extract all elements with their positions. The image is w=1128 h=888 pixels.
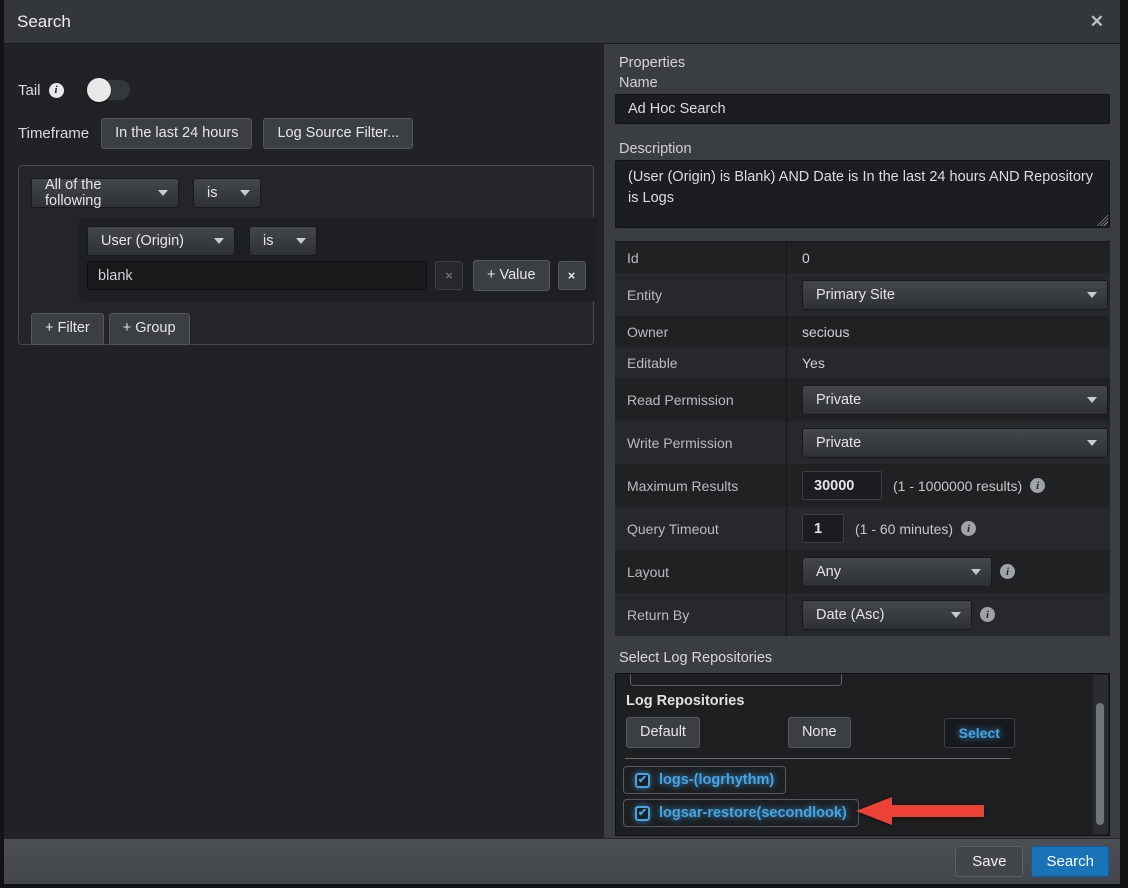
tail-row: Tail i bbox=[18, 80, 604, 100]
group-operator-select[interactable]: All of the following bbox=[31, 178, 179, 208]
name-input[interactable] bbox=[615, 94, 1110, 124]
add-value-button[interactable]: + Value bbox=[473, 260, 550, 291]
query-timeout-hint: (1 - 60 minutes) bbox=[855, 521, 953, 537]
query-timeout-input[interactable] bbox=[802, 514, 844, 543]
chevron-down-icon bbox=[1087, 292, 1097, 298]
log-repositories-panel: Log Repositories Default None Select ✔ l… bbox=[615, 673, 1110, 836]
default-button[interactable]: Default bbox=[626, 717, 700, 748]
group-condition-select[interactable]: is bbox=[193, 178, 261, 208]
table-row-read-permission: Read Permission Private bbox=[615, 378, 1110, 421]
search-dialog: Search ✕ Tail i Timeframe In the last 24… bbox=[4, 0, 1120, 884]
close-icon[interactable]: ✕ bbox=[1090, 13, 1104, 30]
field-select[interactable]: User (Origin) bbox=[87, 226, 235, 256]
timeframe-button[interactable]: In the last 24 hours bbox=[101, 118, 252, 149]
table-row-editable: Editable Yes bbox=[615, 347, 1110, 378]
table-row-layout: Layout Any i bbox=[615, 550, 1110, 593]
chevron-down-icon bbox=[296, 238, 306, 244]
maximum-results-info-icon[interactable]: i bbox=[1030, 478, 1045, 493]
tail-toggle[interactable] bbox=[88, 80, 130, 100]
chevron-down-icon bbox=[240, 190, 250, 196]
dialog-titlebar: Search ✕ bbox=[4, 0, 1120, 44]
layout-select[interactable]: Any bbox=[802, 557, 992, 587]
remove-value-button[interactable]: × bbox=[435, 261, 463, 290]
filter-builder-panel: All of the following is User (Origin) bbox=[18, 165, 594, 345]
chevron-down-icon bbox=[1087, 397, 1097, 403]
none-button[interactable]: None bbox=[788, 717, 851, 748]
description-textarea[interactable]: (User (Origin) is Blank) AND Date is In … bbox=[615, 160, 1110, 228]
group-condition-value: is bbox=[207, 185, 217, 201]
table-row-maximum-results: Maximum Results (1 - 1000000 results) i bbox=[615, 464, 1110, 507]
timeframe-row: Timeframe In the last 24 hours Log Sourc… bbox=[18, 118, 604, 149]
read-permission-select[interactable]: Private bbox=[802, 385, 1108, 415]
chevron-down-icon bbox=[214, 238, 224, 244]
add-group-button[interactable]: + Group bbox=[109, 313, 190, 344]
divider bbox=[625, 758, 1011, 759]
entity-select[interactable]: Primary Site bbox=[802, 280, 1108, 310]
highlight-arrow-icon bbox=[856, 797, 984, 825]
editable-value: Yes bbox=[802, 355, 825, 371]
table-row-return-by: Return By Date (Asc) i bbox=[615, 593, 1110, 636]
select-log-repositories-heading: Select Log Repositories bbox=[619, 650, 1110, 666]
search-button[interactable]: Search bbox=[1031, 846, 1109, 877]
log-repositories-label: Log Repositories bbox=[626, 693, 1109, 709]
save-button[interactable]: Save bbox=[955, 846, 1023, 877]
properties-table: Id 0 Entity Primary Site Owner secious bbox=[615, 241, 1110, 636]
table-row-entity: Entity Primary Site bbox=[615, 273, 1110, 316]
description-label: Description bbox=[619, 141, 1110, 157]
dialog-title: Search bbox=[17, 12, 71, 32]
toggle-knob bbox=[87, 78, 111, 102]
table-row-id: Id 0 bbox=[615, 242, 1110, 273]
chevron-down-icon bbox=[158, 190, 168, 196]
scrollbar-thumb[interactable] bbox=[1096, 703, 1104, 825]
chevron-down-icon bbox=[971, 569, 981, 575]
name-label: Name bbox=[619, 75, 1110, 91]
return-by-select[interactable]: Date (Asc) bbox=[802, 600, 972, 630]
field-condition-value: is bbox=[263, 233, 273, 249]
search-criteria-pane: Tail i Timeframe In the last 24 hours Lo… bbox=[4, 44, 604, 838]
group-operator-value: All of the following bbox=[45, 177, 144, 209]
repo-item-logsar-restore-secondlook[interactable]: ✔ logsar-restore(secondlook) bbox=[623, 799, 859, 827]
select-button[interactable]: Select bbox=[944, 718, 1015, 748]
filter-value-input[interactable] bbox=[87, 261, 427, 290]
chevron-down-icon bbox=[1087, 440, 1097, 446]
tail-label: Tail bbox=[18, 82, 41, 99]
remove-filter-button[interactable]: × bbox=[558, 261, 586, 290]
table-row-write-permission: Write Permission Private bbox=[615, 421, 1110, 464]
properties-pane: Properties Name Description (User (Origi… bbox=[604, 44, 1120, 838]
log-source-filter-button[interactable]: Log Source Filter... bbox=[263, 118, 413, 149]
owner-value: secious bbox=[802, 324, 849, 340]
field-value: User (Origin) bbox=[101, 233, 184, 249]
add-filter-button[interactable]: + Filter bbox=[31, 313, 104, 344]
field-condition-select[interactable]: is bbox=[249, 226, 317, 256]
write-permission-select[interactable]: Private bbox=[802, 428, 1108, 458]
layout-info-icon[interactable]: i bbox=[1000, 564, 1015, 579]
clipped-scrolled-field bbox=[630, 673, 842, 686]
scrollbar-track[interactable] bbox=[1093, 675, 1108, 834]
properties-heading: Properties bbox=[619, 55, 1110, 71]
maximum-results-hint: (1 - 1000000 results) bbox=[893, 478, 1022, 494]
dialog-footer: Save Search bbox=[4, 838, 1120, 884]
filter-condition-group: User (Origin) is × + Value × bbox=[79, 218, 597, 301]
chevron-down-icon bbox=[951, 612, 961, 618]
checkbox-checked-icon[interactable]: ✔ bbox=[635, 773, 650, 788]
table-row-owner: Owner secious bbox=[615, 316, 1110, 347]
checkbox-checked-icon[interactable]: ✔ bbox=[635, 806, 650, 821]
maximum-results-input[interactable] bbox=[802, 471, 882, 500]
repo-item-logs-logrhythm[interactable]: ✔ logs-(logrhythm) bbox=[623, 766, 786, 794]
return-by-info-icon[interactable]: i bbox=[980, 607, 995, 622]
resize-grip-icon[interactable] bbox=[1097, 215, 1108, 226]
tail-info-icon[interactable]: i bbox=[49, 83, 64, 98]
query-timeout-info-icon[interactable]: i bbox=[961, 521, 976, 536]
timeframe-label: Timeframe bbox=[18, 125, 89, 142]
id-value: 0 bbox=[802, 250, 810, 266]
table-row-query-timeout: Query Timeout (1 - 60 minutes) i bbox=[615, 507, 1110, 550]
